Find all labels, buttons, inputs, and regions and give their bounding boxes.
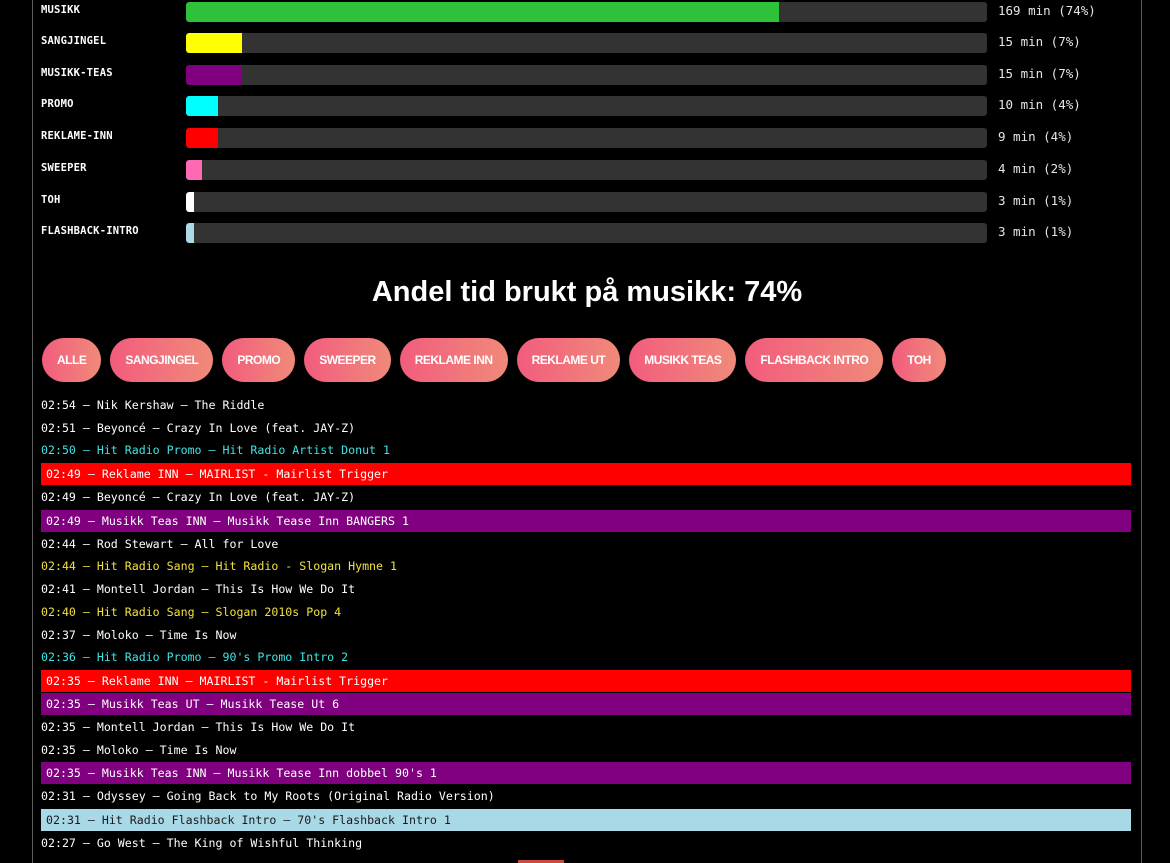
bar-value: 3 min (1%) xyxy=(998,193,1074,208)
bar-track xyxy=(186,128,987,148)
log-entry: 02:44 – Rod Stewart – All for Love xyxy=(41,536,279,551)
bar-row-musikk: MUSIKK 169 min (74%) xyxy=(41,2,1141,22)
bar-fill xyxy=(186,65,243,85)
log-entry: 02:35 – Moloko – Time Is Now xyxy=(41,742,237,757)
log-entry: 02:49 – Reklame INN – MAIRLIST - Mairlis… xyxy=(41,463,1131,486)
bar-row-flashback-intro: FLASHBACK-INTRO 3 min (1%) xyxy=(41,223,1141,243)
filter-button-toh[interactable]: TOH xyxy=(892,338,946,382)
bar-track xyxy=(186,33,987,53)
log-entry: 02:31 – Hit Radio Flashback Intro – 70's… xyxy=(41,808,1131,831)
bar-fill xyxy=(186,192,194,212)
bar-track xyxy=(186,2,987,22)
bar-track xyxy=(186,65,987,85)
log-entry: 02:41 – Montell Jordan – This Is How We … xyxy=(41,582,356,597)
bar-fill xyxy=(186,33,243,53)
filter-buttons: ALLE SANGJINGEL PROMO SWEEPER REKLAME INN REK… xyxy=(42,338,946,382)
bar-row-toh: TOH 3 min (1%) xyxy=(41,192,1141,212)
log-entry: 02:27 – Go West – The King of Wishful Th… xyxy=(41,835,363,850)
bar-value: 169 min (74%) xyxy=(998,3,1096,18)
log-entry: 02:35 – Reklame INN – MAIRLIST - Mairlis… xyxy=(41,669,1131,692)
bar-fill xyxy=(186,160,203,180)
bar-label: TOH xyxy=(41,194,61,206)
bar-fill xyxy=(186,128,219,148)
bar-label: MUSIKK xyxy=(41,4,81,16)
bar-value: 9 min (4%) xyxy=(998,129,1074,144)
filter-button-reklame-inn[interactable]: REKLAME INN xyxy=(399,338,508,382)
bar-track xyxy=(186,96,987,116)
filter-button-musikk-teas[interactable]: MUSIKK TEAS xyxy=(629,338,737,382)
bar-label: MUSIKK-TEAS xyxy=(41,67,113,79)
bar-track xyxy=(186,160,987,180)
main-panel: MUSIKK 169 min (74%) SANGJINGEL 15 min (7%)… xyxy=(32,0,1142,863)
filter-button-flashback-intro[interactable]: FLASHBACK INTRO xyxy=(745,338,884,382)
filter-button-reklame-ut[interactable]: REKLAME UT xyxy=(516,338,621,382)
bar-row-sangjingel: SANGJINGEL 15 min (7%) xyxy=(41,33,1141,53)
bar-fill xyxy=(186,223,194,243)
filter-button-promo[interactable]: PROMO xyxy=(222,338,296,382)
bar-label: REKLAME-INN xyxy=(41,130,113,142)
log-entry: 02:40 – Hit Radio Sang – Slogan 2010s Po… xyxy=(41,604,342,619)
log-entry: 02:44 – Hit Radio Sang – Hit Radio - Slo… xyxy=(41,559,397,574)
bar-value: 4 min (2%) xyxy=(998,161,1074,176)
bar-fill xyxy=(186,2,779,22)
bar-label: PROMO xyxy=(41,98,74,110)
bar-value: 3 min (1%) xyxy=(998,224,1074,239)
log-entry: 02:35 – Musikk Teas UT – Musikk Tease Ut… xyxy=(41,692,1131,715)
bar-row-reklame-inn: REKLAME-INN 9 min (4%) xyxy=(41,128,1141,148)
log-entry: 02:50 – Hit Radio Promo – Hit Radio Arti… xyxy=(41,443,391,458)
bar-value: 15 min (7%) xyxy=(998,66,1081,81)
bar-track xyxy=(186,192,987,212)
bar-row-sweeper: SWEEPER 4 min (2%) xyxy=(41,160,1141,180)
play-log: 02:54 – Nik Kershaw – The Riddle 02:51 – … xyxy=(41,394,1131,855)
bar-value: 10 min (4%) xyxy=(998,97,1081,112)
bar-label: SWEEPER xyxy=(41,162,87,174)
log-entry: 02:31 – Odyssey – Going Back to My Roots… xyxy=(41,789,495,804)
log-entry: 02:35 – Musikk Teas INN – Musikk Tease I… xyxy=(41,762,1131,785)
log-entry: 02:35 – Montell Jordan – This Is How We … xyxy=(41,719,356,734)
filter-button-sangjingel[interactable]: SANGJINGEL xyxy=(110,338,214,382)
bar-row-musikk-teas: MUSIKK-TEAS 15 min (7%) xyxy=(41,65,1141,85)
bar-row-promo: PROMO 10 min (4%) xyxy=(41,96,1141,116)
filter-button-sweeper[interactable]: SWEEPER xyxy=(304,338,391,382)
filter-button-alle[interactable]: ALLE xyxy=(42,338,102,382)
bar-label: SANGJINGEL xyxy=(41,35,107,47)
bar-value: 15 min (7%) xyxy=(998,34,1081,49)
log-entry: 02:54 – Nik Kershaw – The Riddle xyxy=(41,398,265,412)
log-entry: 02:36 – Hit Radio Promo – 90's Promo Int… xyxy=(41,650,349,665)
music-share-headline: Andel tid brukt på musikk: 74% xyxy=(371,276,803,308)
log-entry: 02:49 – Musikk Teas INN – Musikk Tease I… xyxy=(41,509,1131,532)
log-entry: 02:49 – Beyoncé – Crazy In Love (feat. J… xyxy=(41,490,356,505)
bar-track xyxy=(186,223,987,243)
bar-label: FLASHBACK-INTRO xyxy=(41,225,139,237)
log-entry: 02:51 – Beyoncé – Crazy In Love (feat. J… xyxy=(41,420,356,435)
log-entry: 02:37 – Moloko – Time Is Now xyxy=(41,627,237,642)
bar-fill xyxy=(186,96,219,116)
